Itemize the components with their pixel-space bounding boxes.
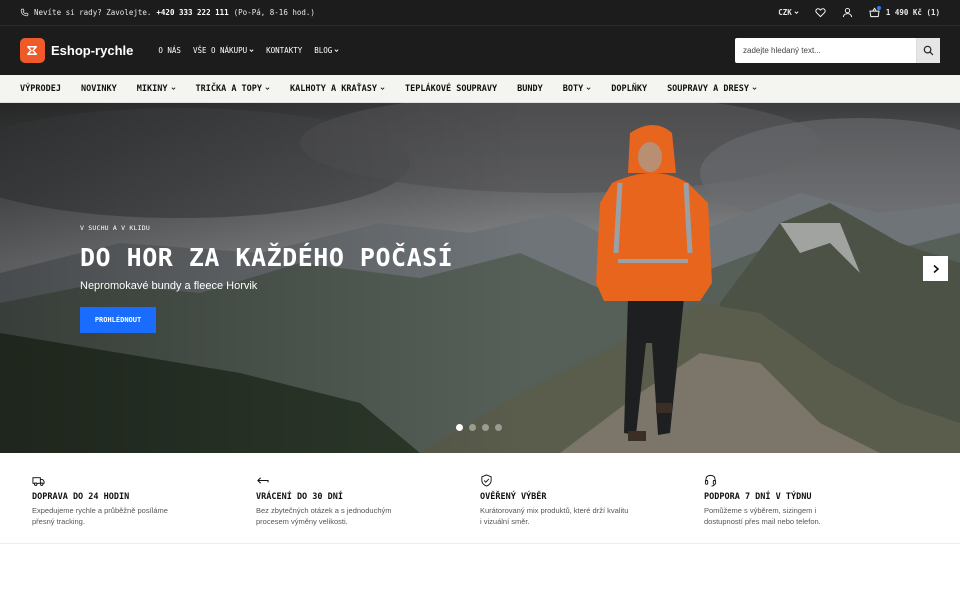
slider-dot-1[interactable] (456, 424, 463, 431)
logo[interactable]: Eshop-rychle (20, 38, 133, 63)
search-icon (923, 45, 934, 56)
main-header: Eshop-rychle O NÁS VŠE O NÁKUPU KONTAKTY… (0, 25, 960, 75)
chevron-down-icon (752, 87, 757, 90)
category-sale[interactable]: VÝPRODEJ (20, 84, 61, 94)
benefit-title: OVĚŘENÝ VÝBĚR (480, 492, 547, 502)
benefit-title: VRÁCENÍ DO 30 DNÍ (256, 492, 343, 502)
phone-text: Nevíte si rady? Zavolejte. (34, 8, 152, 17)
slider-dots (456, 424, 502, 431)
benefit-title: DOPRAVA DO 24 HODIN (32, 492, 130, 502)
nav-item-blog[interactable]: BLOG (314, 46, 339, 55)
truck-icon (32, 477, 45, 486)
phone-number[interactable]: +420 333 222 111 (156, 8, 228, 17)
category-new[interactable]: NOVINKY (81, 84, 117, 94)
benefit-support: PODPORA 7 DNÍ V TÝDNU Pomůžeme s výběrem… (704, 453, 928, 543)
category-tshirts[interactable]: TRIČKA A TOPY (196, 84, 271, 94)
slider-dot-2[interactable] (469, 424, 476, 431)
currency-select[interactable]: CZK (778, 8, 799, 17)
phone-hours: (Po-Pá, 8-16 hod.) (233, 8, 315, 17)
top-bar: Nevíte si rady? Zavolejte. +420 333 222 … (0, 0, 960, 25)
heart-icon (815, 8, 826, 18)
hero-slider: V SUCHU A V KLIDU DO HOR ZA KAŽDÉHO POČA… (0, 103, 960, 453)
nav-item-label: VŠE O NÁKUPU (192, 46, 248, 55)
hero-kicker: V SUCHU A V KLIDU (80, 224, 150, 232)
chevron-down-icon (794, 11, 799, 15)
chevron-down-icon (249, 49, 254, 53)
return-arrow-icon (257, 477, 269, 484)
benefit-text: Pomůžeme s výběrem, sizingem i dostupnos… (704, 506, 821, 526)
hero-subtitle: Nepromokavé bundy a fleece Horvik (80, 280, 258, 292)
category-hoodies[interactable]: MIKINY (137, 84, 176, 94)
category-accessories[interactable]: DOPLŇKY (611, 84, 647, 94)
benefit-text: Kurátorovaný mix produktů, které drží kv… (480, 506, 629, 526)
benefit-shipping: DOPRAVA DO 24 HODIN Expedujeme rychle a … (32, 453, 256, 543)
benefit-text: Expedujeme rychle a průběžně posíláme př… (32, 506, 168, 526)
category-label: SOUPRAVY A DRESY (667, 83, 749, 94)
cart-badge (876, 6, 881, 10)
search-input[interactable] (735, 38, 916, 63)
benefit-text: Bez zbytečných otázek a s jednoduchým pr… (256, 506, 392, 526)
phone-icon (20, 8, 29, 17)
category-pants[interactable]: KALHOTY A KRAŤASY (290, 84, 385, 94)
logo-text: Eshop-rychle (51, 43, 134, 58)
category-tracksuits[interactable]: TEPLÁKOVÉ SOUPRAVY (405, 84, 497, 94)
shield-check-icon (481, 474, 492, 487)
slider-dot-4[interactable] (495, 424, 502, 431)
headset-icon (704, 474, 717, 487)
user-icon (842, 8, 852, 18)
search-box (735, 38, 940, 63)
category-label: MIKINY (136, 83, 168, 94)
benefits-strip: DOPRAVA DO 24 HODIN Expedujeme rychle a … (0, 453, 960, 544)
hero-cta-button[interactable]: PROHLÉDNOUT (80, 307, 156, 333)
account-button[interactable] (842, 7, 853, 18)
benefit-curated: OVĚŘENÝ VÝBĚR Kurátorovaný mix produktů,… (480, 453, 704, 543)
cart-button[interactable]: 1 490 Kč (1) (869, 6, 940, 18)
chevron-down-icon (380, 87, 385, 90)
category-label: TRIČKA A TOPY (195, 83, 263, 94)
category-shoes[interactable]: BOTY (563, 84, 591, 94)
category-jackets[interactable]: BUNDY (517, 84, 543, 94)
slider-dot-3[interactable] (482, 424, 489, 431)
chevron-down-icon (265, 87, 270, 90)
benefit-title: PODPORA 7 DNÍ V TÝDNU (704, 492, 812, 502)
chevron-right-icon (932, 264, 939, 273)
cart-total: 1 490 Kč (1) (885, 8, 940, 17)
chevron-down-icon (171, 87, 175, 90)
category-label: BOTY (562, 83, 584, 94)
slider-next-button[interactable] (923, 256, 948, 281)
phone-info: Nevíte si rady? Zavolejte. +420 333 222 … (20, 8, 315, 17)
nav-item-about[interactable]: O NÁS (158, 46, 181, 55)
nav-item-label: BLOG (314, 46, 333, 55)
chevron-down-icon (334, 49, 339, 53)
search-button[interactable] (916, 38, 940, 63)
nav-item-contacts[interactable]: KONTAKTY (266, 46, 302, 55)
wishlist-button[interactable] (815, 7, 826, 18)
chevron-down-icon (586, 87, 591, 90)
currency-label: CZK (778, 8, 792, 17)
hero-mountain-image (0, 103, 960, 453)
category-sets[interactable]: SOUPRAVY A DRESY (667, 84, 757, 94)
logo-mark-icon (20, 38, 45, 63)
nav-item-shopping[interactable]: VŠE O NÁKUPU (193, 46, 254, 55)
main-nav: O NÁS VŠE O NÁKUPU KONTAKTY BLOG (158, 46, 339, 55)
category-nav: VÝPRODEJ NOVINKY MIKINY TRIČKA A TOPY KA… (0, 75, 960, 103)
benefit-returns: VRÁCENÍ DO 30 DNÍ Bez zbytečných otázek … (256, 453, 480, 543)
hero-title: DO HOR ZA KAŽDÉHO POČASÍ (80, 243, 454, 272)
category-label: KALHOTY A KRAŤASY (290, 83, 378, 94)
